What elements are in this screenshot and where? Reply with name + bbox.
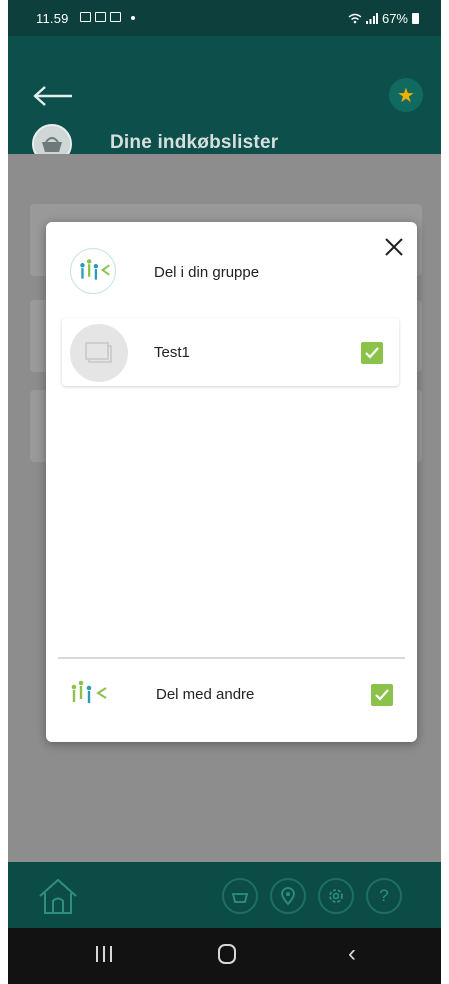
star-icon: ★ <box>397 84 415 107</box>
home-nav-icon[interactable] <box>218 944 236 964</box>
battery-icon <box>412 13 419 24</box>
dialog-divider <box>58 657 405 659</box>
status-right: 67% <box>348 11 419 26</box>
status-bar: 11.59 67% <box>8 0 441 36</box>
shopping-list-row[interactable]: Test1 <box>62 318 399 386</box>
back-nav-icon[interactable]: ‹ <box>348 940 356 968</box>
share-dialog: Del i din gruppe Test1 Del med andre <box>46 222 417 742</box>
help-icon: ? <box>379 886 389 905</box>
favorite-star-button[interactable]: ★ <box>389 78 423 112</box>
wifi-icon <box>348 13 362 24</box>
gallery-notification-icon <box>80 12 91 22</box>
recents-icon[interactable] <box>96 946 112 962</box>
group-share-title: Del i din gruppe <box>154 264 260 281</box>
basket-icon <box>231 893 249 903</box>
android-nav-bar: ‹ <box>8 928 441 984</box>
settings-button[interactable] <box>318 878 354 914</box>
battery-percent: 67% <box>381 11 408 26</box>
status-time: 11.59 <box>36 11 69 26</box>
page-title: Dine indkøbslister <box>110 132 279 153</box>
home-icon[interactable] <box>36 876 80 916</box>
list-name: Test1 <box>154 344 190 361</box>
location-button[interactable] <box>270 878 306 914</box>
help-button[interactable]: ? <box>366 878 402 914</box>
share-others-label: Del med andre <box>156 686 255 703</box>
check-icon <box>365 347 379 359</box>
app-header: ★ Dine indkøbslister <box>8 36 441 165</box>
list-placeholder-icon <box>85 342 112 363</box>
signal-icon <box>365 13 378 24</box>
settings-gear-icon <box>329 889 343 903</box>
close-icon[interactable] <box>383 236 405 258</box>
mail-notification-icon <box>95 12 106 22</box>
bottom-toolbar: ? <box>8 862 441 928</box>
calendar-notification-icon <box>110 12 121 22</box>
check-icon <box>375 689 389 701</box>
back-arrow-icon[interactable] <box>32 84 74 108</box>
notification-icons <box>80 12 135 22</box>
list-avatar <box>70 324 128 382</box>
list-checkbox[interactable] <box>361 342 383 364</box>
share-others-checkbox[interactable] <box>371 684 393 706</box>
more-notifications-dot <box>131 16 135 20</box>
share-others-icon <box>71 680 107 703</box>
basket-button[interactable] <box>222 878 258 914</box>
app-screen: 11.59 67% ★ Dine indkøbslister ? ‹ Del i… <box>8 0 441 984</box>
group-share-icon <box>70 248 116 294</box>
location-pin-icon <box>281 887 295 905</box>
